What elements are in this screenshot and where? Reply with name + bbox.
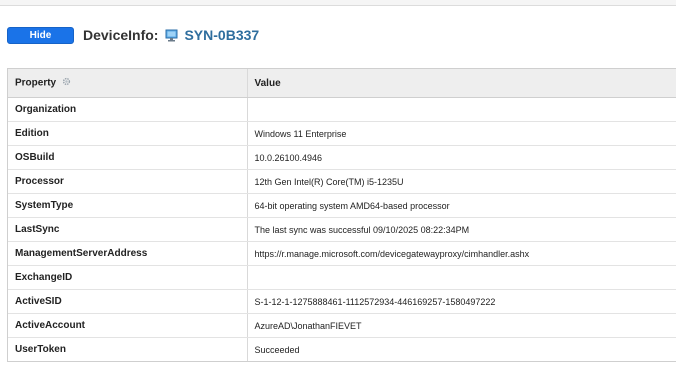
device-info-panel: Hide DeviceInfo: SYN-0B337 Property Valu… <box>0 5 676 388</box>
table-row: ActiveAccount AzureAD\JonathanFIEVET <box>8 313 676 338</box>
table-row: UserToken Succeeded <box>8 337 676 361</box>
table-row: Organization <box>8 97 676 122</box>
value-cell: https://r.manage.microsoft.com/devicegat… <box>247 241 676 266</box>
column-header-value[interactable]: Value <box>247 69 676 98</box>
table-row: ExchangeID <box>8 265 676 290</box>
table-row: LastSync The last sync was successful 09/… <box>8 217 676 242</box>
value-cell: 10.0.26100.4946 <box>247 145 676 170</box>
property-cell: Processor <box>8 169 248 194</box>
value-cell: AzureAD\JonathanFIEVET <box>247 313 676 338</box>
property-cell: UserToken <box>8 337 248 361</box>
property-cell: OSBuild <box>8 145 248 170</box>
value-cell: Succeeded <box>254 344 300 355</box>
value-cell <box>247 97 676 122</box>
property-cell: ManagementServerAddress <box>8 241 248 266</box>
table-row: ActiveSID S-1-12-1-1275888461-1112572934-… <box>8 289 676 314</box>
column-header-label: Property <box>15 77 57 89</box>
value-cell: The last sync was successful 09/10/2025 … <box>247 217 676 242</box>
table-row: Edition Windows 11 Enterprise <box>8 121 676 146</box>
device-info-table: Property Value Organization Edition Window… <box>7 68 676 362</box>
property-cell: Edition <box>8 121 248 146</box>
gear-icon[interactable] <box>62 77 71 89</box>
property-cell: ActiveSID <box>8 289 248 314</box>
table-row: OSBuild 10.0.26100.4946 <box>8 145 676 170</box>
value-cell: 64-bit operating system AMD64-based proc… <box>247 193 676 218</box>
property-cell: SystemType <box>8 193 248 218</box>
device-info-header: Hide DeviceInfo: SYN-0B337 <box>7 24 259 46</box>
table-row: SystemType 64-bit operating system AMD64-… <box>8 193 676 218</box>
property-cell: Organization <box>8 97 248 122</box>
device-name-link[interactable]: SYN-0B337 <box>184 27 259 43</box>
table-header-row: Property Value <box>8 69 676 98</box>
hide-button[interactable]: Hide <box>7 26 74 44</box>
value-cell: S-1-12-1-1275888461-1112572934-446169257… <box>247 289 676 314</box>
property-cell: ExchangeID <box>8 265 248 290</box>
value-cell <box>247 265 676 290</box>
table-row: Processor 12th Gen Intel(R) Core(TM) i5-1… <box>8 169 676 194</box>
property-cell: LastSync <box>8 217 248 242</box>
column-header-property[interactable]: Property <box>8 69 248 98</box>
computer-icon <box>165 29 178 42</box>
value-cell: Windows 11 Enterprise <box>247 121 676 146</box>
property-cell: ActiveAccount <box>8 313 248 338</box>
page-title: DeviceInfo: <box>83 27 159 43</box>
table-row: ManagementServerAddress https://r.manage.… <box>8 241 676 266</box>
value-cell: 12th Gen Intel(R) Core(TM) i5-1235U <box>247 169 676 194</box>
